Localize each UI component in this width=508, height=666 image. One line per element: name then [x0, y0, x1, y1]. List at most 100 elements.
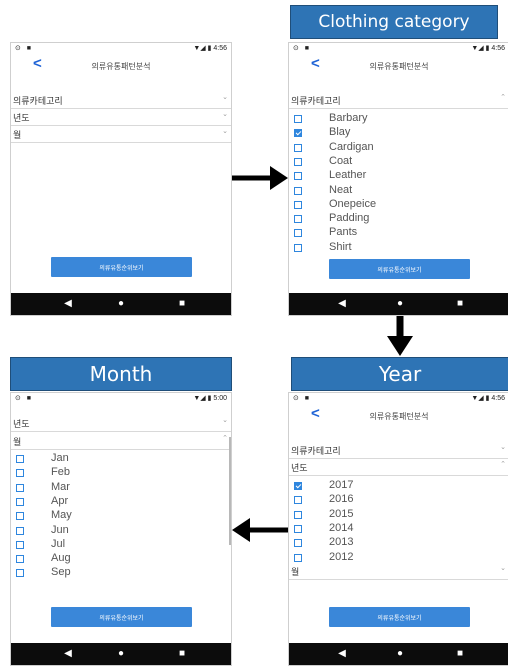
checkbox[interactable]: [16, 497, 24, 506]
checkbox[interactable]: [16, 540, 24, 549]
category-option[interactable]: Neat: [289, 184, 508, 198]
category-option[interactable]: Padding: [289, 212, 508, 226]
status-icons-left: ⊙ ■: [15, 395, 34, 402]
category-option[interactable]: Coat: [289, 155, 508, 169]
category-dropdown[interactable]: 의류카테고리 ⌄: [11, 92, 231, 109]
checkbox[interactable]: [16, 469, 24, 478]
month-dropdown[interactable]: 월 ⌄: [289, 563, 508, 580]
checkbox[interactable]: [294, 482, 302, 490]
checkbox[interactable]: [294, 186, 302, 195]
checkbox[interactable]: [294, 539, 302, 548]
year-option[interactable]: 2014: [289, 522, 508, 536]
phone-month: ⊙ ■ ▼◢ ▮ 5:00 년도 ⌄ 월 ⌃ Jan Feb Mar Apr May Jun J…: [10, 392, 232, 666]
nav-home-icon[interactable]: ●: [385, 293, 415, 315]
category-option[interactable]: Pants: [289, 226, 508, 240]
status-bar: ⊙ ■ ▼◢ ▮ 4:56: [289, 393, 508, 405]
nav-back-icon[interactable]: ◀: [327, 643, 357, 665]
month-option[interactable]: Mar: [11, 481, 231, 495]
checkbox[interactable]: [294, 129, 302, 138]
nav-back-icon[interactable]: ◀: [327, 293, 357, 315]
option-label: 2013: [329, 536, 354, 549]
nav-recent-icon[interactable]: ■: [445, 293, 475, 315]
nav-home-icon[interactable]: ●: [106, 643, 136, 665]
checkbox[interactable]: [294, 172, 302, 181]
month-option[interactable]: Aug: [11, 552, 231, 566]
category-option[interactable]: Leather: [289, 169, 508, 183]
checkbox[interactable]: [16, 555, 24, 564]
checkbox[interactable]: [16, 512, 24, 521]
nav-home-icon[interactable]: ●: [385, 643, 415, 665]
status-icons-left: ⊙ ■: [15, 45, 34, 52]
checkbox[interactable]: [294, 200, 302, 209]
checkbox[interactable]: [16, 569, 24, 578]
option-label: Sep: [51, 566, 71, 579]
year-dropdown[interactable]: 년도 ⌃: [289, 459, 508, 476]
year-option[interactable]: 2017: [289, 479, 508, 493]
nav-back-icon[interactable]: ◀: [53, 643, 83, 665]
checkbox[interactable]: [294, 243, 302, 252]
phone-initial: ⊙ ■ ▼◢ ▮ 4:56 < 의류유통패턴분석 의류카테고리 ⌄ 년도 ⌄ 월 ⌄ …: [10, 42, 232, 316]
nav-bar: ◀ ● ■: [289, 643, 508, 665]
app-bar: < 의류유통패턴분석: [289, 405, 508, 427]
year-option[interactable]: 2013: [289, 536, 508, 550]
nav-recent-icon[interactable]: ■: [445, 643, 475, 665]
ranking-button[interactable]: 의류유통순위보기: [329, 259, 470, 279]
month-option[interactable]: Feb: [11, 466, 231, 480]
option-label: Blay: [329, 126, 351, 139]
option-label: Shirt: [329, 240, 352, 253]
nav-back-icon[interactable]: ◀: [53, 293, 83, 315]
ranking-button[interactable]: 의류유통순위보기: [329, 607, 470, 627]
category-dropdown[interactable]: 의류카테고리 ⌄: [289, 442, 508, 459]
month-option[interactable]: Sep: [11, 566, 231, 580]
checkbox[interactable]: [294, 524, 302, 533]
month-option[interactable]: Jun: [11, 524, 231, 538]
option-label: 2017: [329, 479, 354, 491]
month-option[interactable]: May: [11, 509, 231, 523]
category-option[interactable]: Barbary: [289, 112, 508, 126]
option-label: Pants: [329, 226, 358, 239]
ranking-button[interactable]: 의류유통순위보기: [51, 257, 192, 277]
nav-home-icon[interactable]: ●: [106, 293, 136, 315]
year-dropdown[interactable]: 년도 ⌄: [11, 109, 231, 126]
phone-year: ⊙ ■ ▼◢ ▮ 4:56 < 의류유통패턴분석 의류카테고리 ⌄ 년도 ⌃ 201…: [288, 392, 508, 666]
checkbox[interactable]: [294, 229, 302, 238]
chevron-down-icon: ⌄: [222, 417, 228, 424]
nav-recent-icon[interactable]: ■: [167, 643, 197, 665]
month-option[interactable]: Apr: [11, 495, 231, 509]
option-label: Jul: [51, 537, 66, 550]
checkbox[interactable]: [294, 115, 302, 123]
category-option[interactable]: Onepeice: [289, 198, 508, 212]
checkbox[interactable]: [294, 215, 302, 224]
label-month: Month: [10, 357, 232, 391]
chevron-down-icon: ⌄: [500, 565, 506, 572]
checkbox[interactable]: [294, 496, 302, 505]
option-label: 2014: [329, 521, 354, 534]
category-option[interactable]: Blay: [289, 126, 508, 140]
year-option[interactable]: 2015: [289, 508, 508, 522]
ranking-button[interactable]: 의류유통순위보기: [51, 607, 192, 627]
category-dropdown[interactable]: 의류카테고리 ⌃: [289, 92, 508, 109]
nav-recent-icon[interactable]: ■: [167, 293, 197, 315]
option-label: Jun: [51, 523, 69, 536]
checkbox[interactable]: [16, 526, 24, 535]
checkbox[interactable]: [294, 510, 302, 519]
month-option[interactable]: Jan: [11, 452, 231, 466]
status-icons-right: ▼◢ ▮ 4:56: [471, 45, 505, 52]
category-option[interactable]: Cardigan: [289, 141, 508, 155]
month-dropdown[interactable]: 월 ⌄: [11, 126, 231, 143]
checkbox[interactable]: [294, 553, 302, 562]
category-option[interactable]: Shirt: [289, 241, 508, 255]
checkbox[interactable]: [294, 143, 302, 152]
chevron-up-icon: ⌃: [222, 435, 228, 442]
checkbox[interactable]: [294, 157, 302, 166]
option-label: Barbary: [329, 112, 368, 124]
checkbox[interactable]: [16, 483, 24, 492]
year-option[interactable]: 2016: [289, 493, 508, 507]
option-label: Padding: [329, 212, 370, 225]
status-icons-left: ⊙ ■: [293, 395, 312, 402]
month-dropdown[interactable]: 월 ⌃: [11, 433, 231, 450]
scrollbar[interactable]: [229, 437, 231, 545]
month-option[interactable]: Jul: [11, 538, 231, 552]
checkbox[interactable]: [16, 455, 24, 463]
year-dropdown[interactable]: 년도 ⌄: [11, 415, 231, 432]
